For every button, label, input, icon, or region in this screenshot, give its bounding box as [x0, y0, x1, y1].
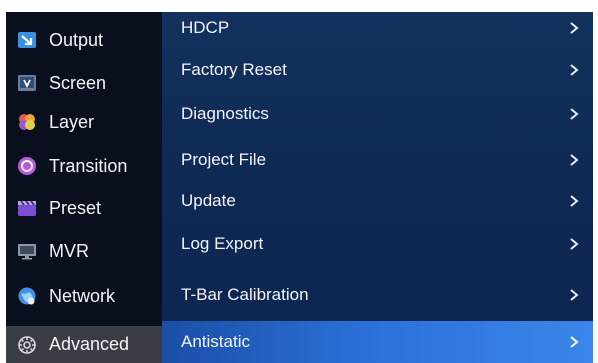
sidebar-item-label: MVR — [49, 240, 89, 261]
menu-item-label: Log Export — [181, 234, 264, 253]
chevron-right-icon — [570, 336, 579, 348]
layer-icon — [19, 114, 35, 130]
sidebar-item-label: Output — [49, 29, 104, 50]
sidebar-item-label: Preset — [49, 197, 102, 218]
sidebar-item-transition[interactable]: Transition — [6, 146, 162, 186]
chevron-right-icon — [570, 22, 579, 34]
menu-item-label: T-Bar Calibration — [181, 285, 309, 304]
mvr-icon — [18, 244, 36, 260]
screen-icon — [18, 75, 36, 91]
chevron-right-icon — [570, 108, 579, 120]
sidebar-item-label: Layer — [49, 111, 95, 132]
advanced-icon — [18, 335, 36, 354]
network-icon — [18, 287, 36, 305]
menu-item-factory-reset[interactable]: Factory Reset — [162, 51, 593, 89]
menu-item-project-file[interactable]: Project File — [162, 141, 593, 179]
menu-item-label: Project File — [181, 150, 267, 169]
transition-icon — [18, 157, 36, 175]
sidebar-item-layer[interactable]: Layer — [6, 102, 162, 142]
sidebar-item-label: Screen — [49, 72, 107, 93]
sidebar: Output Screen Layer Transition Preset MV… — [6, 12, 162, 363]
sidebar-item-label: Transition — [49, 155, 128, 176]
menu-item-label: Antistatic — [181, 332, 250, 351]
menu-item-hdcp[interactable]: HDCP — [162, 12, 593, 44]
chevron-right-icon — [570, 289, 579, 301]
chevron-right-icon — [570, 154, 579, 166]
chevron-right-icon — [570, 238, 579, 250]
menu-item-label: Diagnostics — [181, 104, 269, 123]
menu-item-antistatic[interactable]: Antistatic — [162, 321, 593, 363]
menu-item-t-bar-calibration[interactable]: T-Bar Calibration — [162, 276, 593, 314]
sidebar-item-advanced[interactable]: Advanced — [6, 326, 162, 363]
sidebar-item-label: Advanced — [49, 334, 130, 354]
sidebar-item-mvr[interactable]: MVR — [6, 231, 162, 271]
advanced-settings-window: Output Screen Layer Transition Preset MV… — [6, 12, 593, 363]
menu-item-label: Factory Reset — [181, 60, 287, 79]
chevron-right-icon — [570, 64, 579, 76]
output-icon — [18, 32, 36, 48]
menu-item-log-export[interactable]: Log Export — [162, 225, 593, 263]
menu-item-label: Update — [181, 191, 236, 210]
menu-item-update[interactable]: Update — [162, 182, 593, 220]
menu-item-diagnostics[interactable]: Diagnostics — [162, 95, 593, 133]
chevron-right-icon — [570, 195, 579, 207]
sidebar-item-network[interactable]: Network — [6, 276, 162, 316]
sidebar-item-label: Network — [49, 285, 116, 306]
preset-icon — [18, 200, 36, 216]
sidebar-item-output[interactable]: Output — [6, 20, 162, 60]
submenu-panel: HDCP Factory Reset Diagnostics Project F… — [162, 12, 593, 363]
menu-item-label: HDCP — [181, 18, 230, 37]
sidebar-item-screen[interactable]: Screen — [6, 63, 162, 103]
sidebar-item-preset[interactable]: Preset — [6, 188, 162, 228]
